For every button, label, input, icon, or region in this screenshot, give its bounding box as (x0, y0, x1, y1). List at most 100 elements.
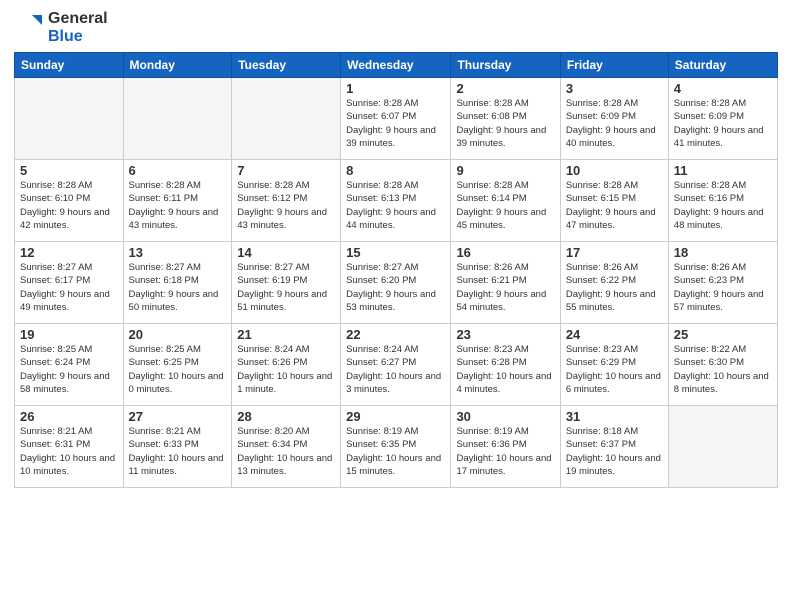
calendar-cell: 17Sunrise: 8:26 AM Sunset: 6:22 PM Dayli… (560, 242, 668, 324)
week-row-0: 1Sunrise: 8:28 AM Sunset: 6:07 PM Daylig… (15, 78, 778, 160)
day-header-saturday: Saturday (668, 53, 777, 78)
day-number: 29 (346, 409, 445, 424)
calendar-cell (668, 406, 777, 488)
day-number: 18 (674, 245, 772, 260)
calendar-cell: 10Sunrise: 8:28 AM Sunset: 6:15 PM Dayli… (560, 160, 668, 242)
calendar-cell: 18Sunrise: 8:26 AM Sunset: 6:23 PM Dayli… (668, 242, 777, 324)
day-info: Sunrise: 8:21 AM Sunset: 6:31 PM Dayligh… (20, 425, 118, 478)
day-number: 24 (566, 327, 663, 342)
day-info: Sunrise: 8:21 AM Sunset: 6:33 PM Dayligh… (129, 425, 227, 478)
day-info: Sunrise: 8:28 AM Sunset: 6:12 PM Dayligh… (237, 179, 335, 232)
day-number: 11 (674, 163, 772, 178)
day-info: Sunrise: 8:27 AM Sunset: 6:18 PM Dayligh… (129, 261, 227, 314)
day-info: Sunrise: 8:27 AM Sunset: 6:20 PM Dayligh… (346, 261, 445, 314)
day-info: Sunrise: 8:28 AM Sunset: 6:15 PM Dayligh… (566, 179, 663, 232)
day-info: Sunrise: 8:28 AM Sunset: 6:11 PM Dayligh… (129, 179, 227, 232)
calendar-table: SundayMondayTuesdayWednesdayThursdayFrid… (14, 52, 778, 488)
day-number: 5 (20, 163, 118, 178)
week-row-1: 5Sunrise: 8:28 AM Sunset: 6:10 PM Daylig… (15, 160, 778, 242)
calendar-cell: 26Sunrise: 8:21 AM Sunset: 6:31 PM Dayli… (15, 406, 124, 488)
day-info: Sunrise: 8:25 AM Sunset: 6:25 PM Dayligh… (129, 343, 227, 396)
calendar-cell: 25Sunrise: 8:22 AM Sunset: 6:30 PM Dayli… (668, 324, 777, 406)
day-info: Sunrise: 8:26 AM Sunset: 6:23 PM Dayligh… (674, 261, 772, 314)
day-header-sunday: Sunday (15, 53, 124, 78)
calendar-cell: 12Sunrise: 8:27 AM Sunset: 6:17 PM Dayli… (15, 242, 124, 324)
day-info: Sunrise: 8:23 AM Sunset: 6:28 PM Dayligh… (456, 343, 554, 396)
day-number: 9 (456, 163, 554, 178)
day-number: 4 (674, 81, 772, 96)
day-number: 16 (456, 245, 554, 260)
calendar-cell: 30Sunrise: 8:19 AM Sunset: 6:36 PM Dayli… (451, 406, 560, 488)
logo-svg (14, 13, 44, 43)
page: General Blue SundayMondayTuesdayWednesda… (0, 0, 792, 612)
day-number: 21 (237, 327, 335, 342)
calendar-cell (123, 78, 232, 160)
calendar-cell: 9Sunrise: 8:28 AM Sunset: 6:14 PM Daylig… (451, 160, 560, 242)
day-header-friday: Friday (560, 53, 668, 78)
day-info: Sunrise: 8:22 AM Sunset: 6:30 PM Dayligh… (674, 343, 772, 396)
calendar-cell: 22Sunrise: 8:24 AM Sunset: 6:27 PM Dayli… (341, 324, 451, 406)
day-info: Sunrise: 8:28 AM Sunset: 6:14 PM Dayligh… (456, 179, 554, 232)
day-number: 26 (20, 409, 118, 424)
calendar-cell (232, 78, 341, 160)
calendar-cell: 16Sunrise: 8:26 AM Sunset: 6:21 PM Dayli… (451, 242, 560, 324)
logo-blue: Blue (48, 28, 108, 46)
day-number: 31 (566, 409, 663, 424)
day-info: Sunrise: 8:27 AM Sunset: 6:19 PM Dayligh… (237, 261, 335, 314)
calendar-cell: 8Sunrise: 8:28 AM Sunset: 6:13 PM Daylig… (341, 160, 451, 242)
day-info: Sunrise: 8:23 AM Sunset: 6:29 PM Dayligh… (566, 343, 663, 396)
day-info: Sunrise: 8:18 AM Sunset: 6:37 PM Dayligh… (566, 425, 663, 478)
day-number: 1 (346, 81, 445, 96)
day-info: Sunrise: 8:28 AM Sunset: 6:10 PM Dayligh… (20, 179, 118, 232)
day-number: 28 (237, 409, 335, 424)
day-number: 12 (20, 245, 118, 260)
day-info: Sunrise: 8:28 AM Sunset: 6:07 PM Dayligh… (346, 97, 445, 150)
calendar-cell: 1Sunrise: 8:28 AM Sunset: 6:07 PM Daylig… (341, 78, 451, 160)
logo: General Blue (14, 10, 108, 46)
day-info: Sunrise: 8:19 AM Sunset: 6:35 PM Dayligh… (346, 425, 445, 478)
calendar-cell: 4Sunrise: 8:28 AM Sunset: 6:09 PM Daylig… (668, 78, 777, 160)
day-number: 7 (237, 163, 335, 178)
calendar-cell: 3Sunrise: 8:28 AM Sunset: 6:09 PM Daylig… (560, 78, 668, 160)
calendar-cell: 13Sunrise: 8:27 AM Sunset: 6:18 PM Dayli… (123, 242, 232, 324)
calendar-cell: 20Sunrise: 8:25 AM Sunset: 6:25 PM Dayli… (123, 324, 232, 406)
day-info: Sunrise: 8:27 AM Sunset: 6:17 PM Dayligh… (20, 261, 118, 314)
day-info: Sunrise: 8:26 AM Sunset: 6:21 PM Dayligh… (456, 261, 554, 314)
day-info: Sunrise: 8:28 AM Sunset: 6:08 PM Dayligh… (456, 97, 554, 150)
day-number: 15 (346, 245, 445, 260)
week-row-2: 12Sunrise: 8:27 AM Sunset: 6:17 PM Dayli… (15, 242, 778, 324)
day-header-wednesday: Wednesday (341, 53, 451, 78)
day-info: Sunrise: 8:20 AM Sunset: 6:34 PM Dayligh… (237, 425, 335, 478)
calendar-cell: 7Sunrise: 8:28 AM Sunset: 6:12 PM Daylig… (232, 160, 341, 242)
day-number: 23 (456, 327, 554, 342)
day-number: 8 (346, 163, 445, 178)
logo-general: General (48, 10, 108, 28)
calendar-cell: 5Sunrise: 8:28 AM Sunset: 6:10 PM Daylig… (15, 160, 124, 242)
calendar-cell: 28Sunrise: 8:20 AM Sunset: 6:34 PM Dayli… (232, 406, 341, 488)
calendar-cell: 29Sunrise: 8:19 AM Sunset: 6:35 PM Dayli… (341, 406, 451, 488)
day-number: 13 (129, 245, 227, 260)
week-row-3: 19Sunrise: 8:25 AM Sunset: 6:24 PM Dayli… (15, 324, 778, 406)
calendar-cell: 27Sunrise: 8:21 AM Sunset: 6:33 PM Dayli… (123, 406, 232, 488)
day-info: Sunrise: 8:25 AM Sunset: 6:24 PM Dayligh… (20, 343, 118, 396)
day-info: Sunrise: 8:26 AM Sunset: 6:22 PM Dayligh… (566, 261, 663, 314)
day-number: 22 (346, 327, 445, 342)
calendar-cell (15, 78, 124, 160)
day-number: 17 (566, 245, 663, 260)
calendar-cell: 19Sunrise: 8:25 AM Sunset: 6:24 PM Dayli… (15, 324, 124, 406)
calendar-cell: 31Sunrise: 8:18 AM Sunset: 6:37 PM Dayli… (560, 406, 668, 488)
day-number: 25 (674, 327, 772, 342)
calendar-cell: 2Sunrise: 8:28 AM Sunset: 6:08 PM Daylig… (451, 78, 560, 160)
header: General Blue (14, 10, 778, 46)
day-info: Sunrise: 8:19 AM Sunset: 6:36 PM Dayligh… (456, 425, 554, 478)
calendar-cell: 15Sunrise: 8:27 AM Sunset: 6:20 PM Dayli… (341, 242, 451, 324)
day-header-tuesday: Tuesday (232, 53, 341, 78)
day-number: 30 (456, 409, 554, 424)
day-info: Sunrise: 8:28 AM Sunset: 6:09 PM Dayligh… (566, 97, 663, 150)
calendar-cell: 21Sunrise: 8:24 AM Sunset: 6:26 PM Dayli… (232, 324, 341, 406)
day-number: 19 (20, 327, 118, 342)
day-number: 6 (129, 163, 227, 178)
day-number: 20 (129, 327, 227, 342)
day-info: Sunrise: 8:24 AM Sunset: 6:27 PM Dayligh… (346, 343, 445, 396)
day-number: 10 (566, 163, 663, 178)
